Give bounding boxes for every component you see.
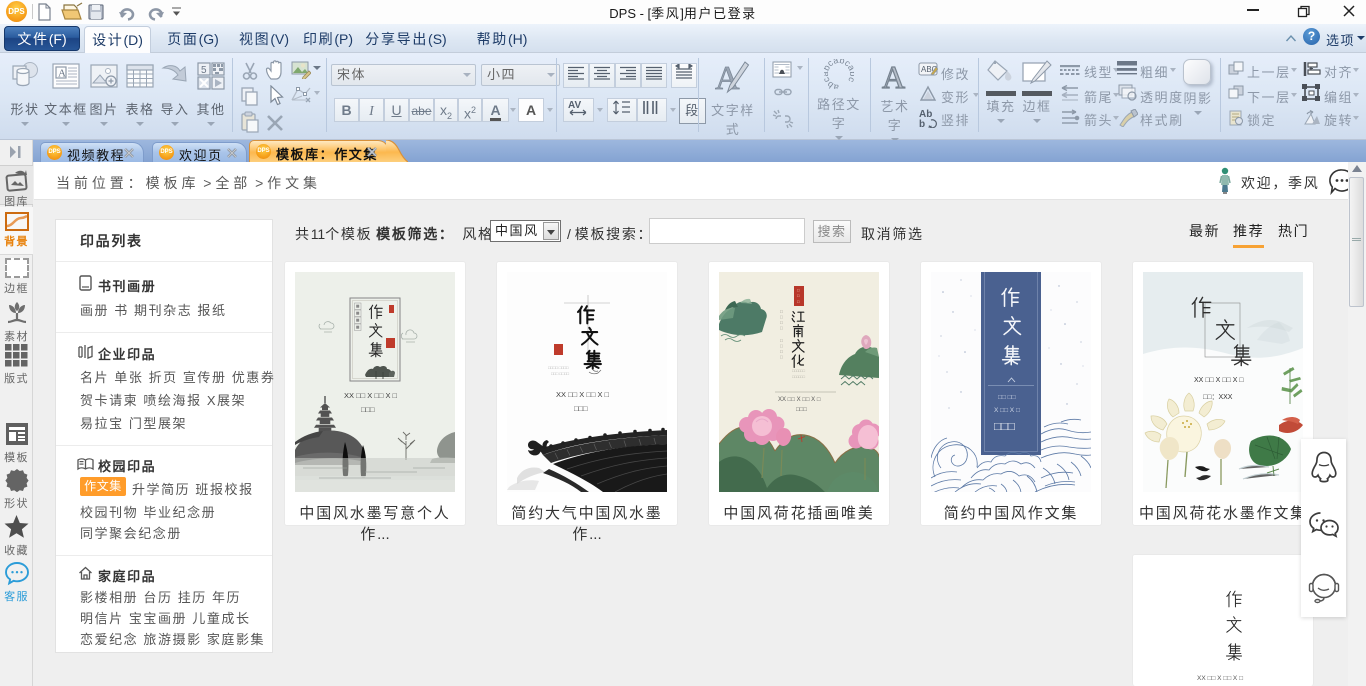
svg-text:b: b xyxy=(919,119,925,128)
svg-text:XX □□ X □□ X □: XX □□ X □□ X □ xyxy=(778,397,821,403)
svg-text:□□ □□: □□ □□ xyxy=(998,394,1016,401)
svg-text:XX □□ X □□ X □: XX □□ X □□ X □ xyxy=(1194,377,1244,384)
svg-text:A: A xyxy=(882,61,905,91)
svg-text:abcabcabcabc: abcabcabcabc xyxy=(824,59,854,89)
svg-text:□: □ xyxy=(780,309,783,314)
svg-text:□□□: □□□ xyxy=(994,421,1015,433)
svg-text:□: □ xyxy=(780,349,783,354)
svg-text:□□□□□□: □□□□□□ xyxy=(792,369,806,373)
svg-text:□: □ xyxy=(780,338,783,343)
svg-text:XX □□ X □□ X □: XX □□ X □□ X □ xyxy=(1197,675,1243,682)
svg-text:□□□ □□□□: □□□ □□□□ xyxy=(551,371,570,376)
svg-text:AV: AV xyxy=(568,100,581,111)
svg-text:XX □□ X □□ X □: XX □□ X □□ X □ xyxy=(556,390,610,399)
svg-text:□: □ xyxy=(780,344,783,349)
svg-text:□□□: □□□ xyxy=(796,407,807,413)
svg-text:□: □ xyxy=(780,355,783,360)
svg-text:X □□ X □: X □□ X □ xyxy=(994,407,1020,414)
svg-text:XX □□ X □□ X □: XX □□ X □□ X □ xyxy=(344,391,398,400)
svg-text:□□：XXX: □□：XXX xyxy=(1203,394,1233,401)
svg-text:5: 5 xyxy=(201,65,207,76)
svg-text:□□□□□□: □□□□□□ xyxy=(792,375,806,379)
svg-text:□□□: □□□ xyxy=(361,405,375,414)
svg-text:□: □ xyxy=(780,320,783,325)
svg-text:□□□: □□□ xyxy=(574,404,588,413)
svg-text:□: □ xyxy=(780,326,783,331)
svg-text:A: A xyxy=(58,68,66,80)
svg-text:□: □ xyxy=(780,315,783,320)
svg-text:□□□□ □□□□: □□□□ □□□□ xyxy=(548,365,569,370)
